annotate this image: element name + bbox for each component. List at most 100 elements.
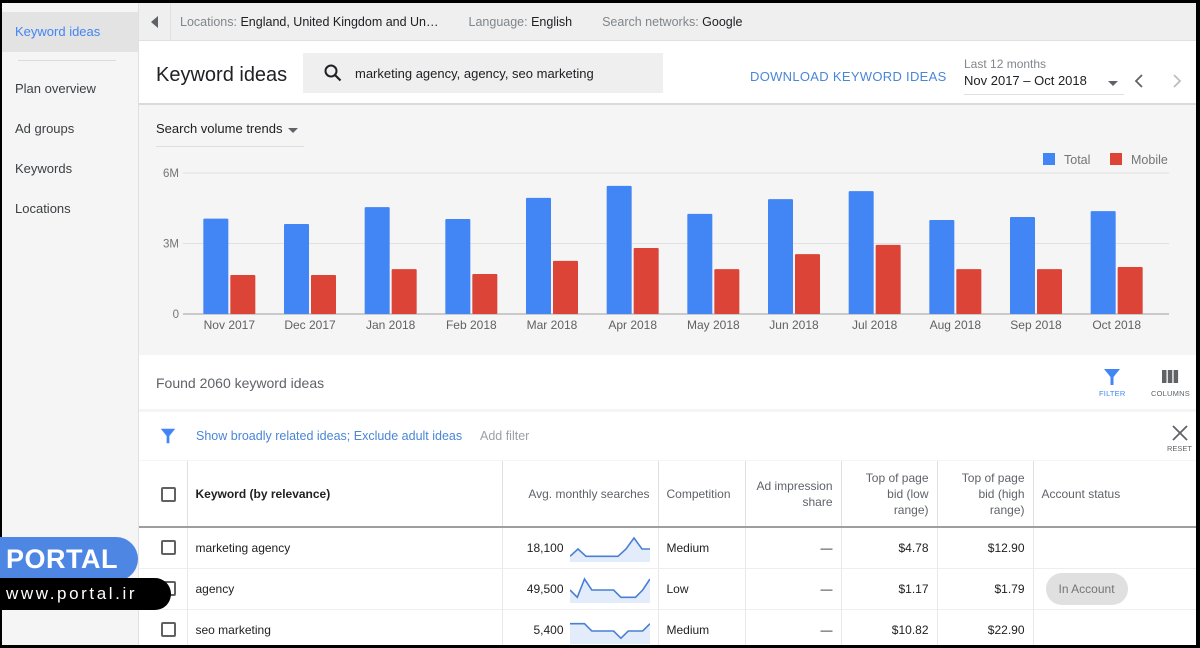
competition-cell: Medium bbox=[658, 609, 746, 645]
x-tick-label: Dec 2017 bbox=[284, 318, 336, 332]
filter-bar: Show broadly related ideas; Exclude adul… bbox=[139, 412, 1196, 460]
trend-sparkline bbox=[568, 576, 651, 603]
sidebar-item-keyword-ideas[interactable]: Keyword ideas bbox=[2, 12, 138, 52]
legend-swatch-mobile bbox=[1110, 153, 1122, 165]
sparkline-area bbox=[569, 578, 650, 603]
bid-high-cell: $1.79 bbox=[937, 568, 1034, 610]
watermark-brand: PORTAL bbox=[0, 537, 138, 581]
keyword-search-input[interactable] bbox=[355, 65, 655, 81]
search-icon bbox=[323, 63, 343, 83]
bar-mobile bbox=[553, 260, 578, 314]
filter-icon bbox=[159, 427, 177, 450]
table-row[interactable]: marketing agency 18,100 Medium — $4.78 $12.90 bbox=[139, 527, 1196, 569]
triangle-left-icon bbox=[151, 15, 158, 28]
close-icon bbox=[1171, 425, 1188, 441]
language-setting[interactable]: Language: English bbox=[469, 15, 573, 29]
bar-mobile bbox=[311, 274, 336, 314]
page-title: Keyword ideas bbox=[156, 64, 288, 86]
chart-view-select[interactable]: Search volume trends bbox=[156, 121, 304, 147]
download-keyword-ideas-button[interactable]: DOWNLOAD KEYWORD IDEAS bbox=[750, 69, 947, 84]
competition-cell: Medium bbox=[658, 527, 746, 569]
row-select-cell bbox=[139, 527, 188, 569]
legend-label-total: Total bbox=[1064, 153, 1090, 167]
applied-filters-link[interactable]: Show broadly related ideas; Exclude adul… bbox=[196, 429, 462, 443]
column-header-ad-impression-share[interactable]: Ad impression share bbox=[745, 461, 842, 528]
reset-filters-button[interactable]: RESET bbox=[1167, 424, 1192, 453]
date-range-select[interactable]: Nov 2017 – Oct 2018 bbox=[964, 73, 1124, 95]
watermark-url: www.portal.ir bbox=[0, 578, 171, 610]
account-status-cell bbox=[1033, 527, 1196, 569]
bar-mobile bbox=[795, 254, 820, 314]
column-header-competition[interactable]: Competition bbox=[658, 461, 746, 528]
targeting-bar: Locations: England, United Kingdom and U… bbox=[139, 3, 1196, 41]
row-checkbox[interactable] bbox=[161, 622, 177, 638]
row-checkbox[interactable] bbox=[161, 540, 177, 556]
account-status-cell bbox=[1033, 609, 1196, 645]
bar-total bbox=[606, 185, 632, 314]
bar-mobile bbox=[633, 247, 659, 314]
select-all-checkbox[interactable] bbox=[161, 486, 177, 502]
bar-mobile bbox=[230, 274, 256, 314]
column-header-avg-monthly-searches[interactable]: Avg. monthly searches bbox=[502, 461, 659, 528]
x-tick-label: Nov 2017 bbox=[204, 318, 256, 332]
dropdown-caret-icon bbox=[1108, 81, 1118, 86]
legend-label-mobile: Mobile bbox=[1131, 153, 1168, 167]
language-key: Language: bbox=[468, 14, 528, 29]
language-value: English bbox=[531, 14, 573, 29]
column-header-bid-high[interactable]: Top of page bid (high range) bbox=[937, 461, 1034, 528]
networks-setting[interactable]: Search networks: Google bbox=[602, 15, 742, 29]
sparkline-area bbox=[569, 537, 650, 562]
add-filter-button[interactable]: Add filter bbox=[480, 429, 529, 443]
table-header-row: Keyword (by relevance) Avg. monthly sear… bbox=[139, 461, 1196, 528]
columns-label: COLUMNS bbox=[1151, 389, 1190, 398]
y-tick-label: 0 bbox=[173, 309, 179, 321]
filter-icon bbox=[1104, 369, 1121, 385]
collapse-sidebar-button[interactable] bbox=[139, 3, 171, 41]
avg-monthly-searches-cell: 18,100 bbox=[502, 527, 659, 569]
bid-high-cell: $12.90 bbox=[937, 527, 1034, 569]
x-tick-label: Feb 2018 bbox=[446, 318, 497, 332]
chevron-left-icon bbox=[1134, 74, 1143, 88]
columns-button[interactable]: COLUMNS bbox=[1151, 367, 1190, 398]
keyword-cell: seo marketing bbox=[187, 609, 503, 645]
column-header-account-status[interactable]: Account status bbox=[1033, 461, 1196, 528]
x-tick-label: Apr 2018 bbox=[608, 318, 657, 332]
networks-key: Search networks: bbox=[602, 14, 699, 29]
legend-swatch-total bbox=[1043, 153, 1055, 165]
filter-button[interactable]: FILTER bbox=[1099, 367, 1125, 398]
select-all-cell bbox=[139, 461, 188, 528]
column-header-bid-low[interactable]: Top of page bid (low range) bbox=[841, 461, 938, 528]
x-tick-label: Aug 2018 bbox=[930, 318, 982, 332]
searches-value: 18,100 bbox=[526, 540, 564, 555]
table-row[interactable]: seo marketing 5,400 Medium — $10.82 $22.90 bbox=[139, 609, 1196, 645]
locations-setting[interactable]: Locations: England, United Kingdom and U… bbox=[180, 15, 439, 29]
column-header-keyword[interactable]: Keyword (by relevance) bbox=[187, 461, 503, 528]
table-row[interactable]: agency 49,500 Low — $1.17 $1.79 In Account bbox=[139, 568, 1196, 610]
bid-high-cell: $22.90 bbox=[937, 609, 1034, 645]
bar-total bbox=[768, 199, 793, 314]
sidebar-item-plan-overview[interactable]: Plan overview bbox=[2, 69, 138, 109]
bar-total bbox=[1090, 211, 1116, 314]
bar-total bbox=[929, 220, 955, 314]
bid-low-cell: $1.17 bbox=[841, 568, 938, 610]
bar-total bbox=[284, 223, 309, 314]
sidebar-item-keywords[interactable]: Keywords bbox=[2, 149, 138, 189]
keyword-cell: marketing agency bbox=[187, 527, 503, 569]
bar-mobile bbox=[1117, 267, 1143, 314]
sidebar-item-locations[interactable]: Locations bbox=[2, 189, 138, 229]
keyword-cell: agency bbox=[187, 568, 503, 610]
keyword-search-box[interactable] bbox=[303, 53, 663, 93]
bar-total bbox=[203, 218, 229, 314]
previous-period-button[interactable] bbox=[1130, 71, 1150, 91]
competition-cell: Low bbox=[658, 568, 746, 610]
date-range-value: Nov 2017 – Oct 2018 bbox=[964, 73, 1087, 88]
sidebar-item-ad-groups[interactable]: Ad groups bbox=[2, 109, 138, 149]
next-period-button[interactable] bbox=[1166, 71, 1186, 91]
account-status-cell: In Account bbox=[1033, 568, 1196, 610]
bar-mobile bbox=[472, 274, 498, 314]
app-window: Keyword ideas Plan overview Ad groups Ke… bbox=[2, 3, 1196, 645]
x-tick-label: Sep 2018 bbox=[1010, 318, 1062, 332]
trend-sparkline bbox=[569, 622, 651, 644]
in-account-badge[interactable]: In Account bbox=[1045, 572, 1128, 605]
searches-value: 49,500 bbox=[526, 581, 564, 596]
